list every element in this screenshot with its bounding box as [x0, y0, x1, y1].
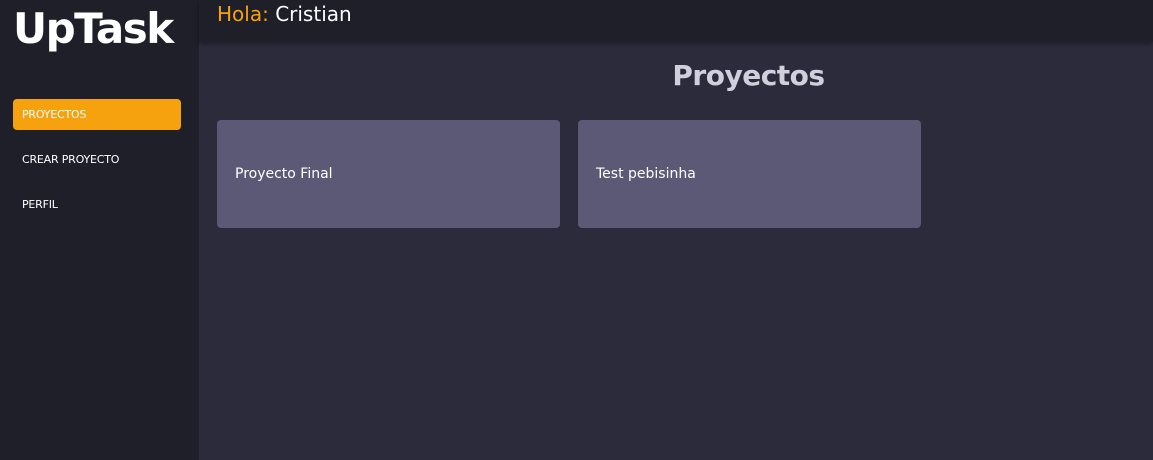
app-logo: UpTask	[13, 4, 174, 53]
top-bar: Hola: Cristian	[199, 0, 1153, 42]
project-card[interactable]: Proyecto Final	[217, 120, 560, 228]
user-greeting: Hola: Cristian	[217, 1, 352, 27]
user-name: Cristian	[275, 2, 352, 26]
sidebar-item-crear-proyecto[interactable]: CREAR PROYECTO	[13, 144, 181, 175]
sidebar-item-perfil[interactable]: PERFIL	[13, 189, 181, 220]
sidebar-item-label: PROYECTOS	[22, 108, 87, 121]
project-name: Test pebisinha	[596, 166, 696, 182]
sidebar: UpTask PROYECTOS CREAR PROYECTO PERFIL	[0, 0, 199, 460]
sidebar-item-label: CREAR PROYECTO	[22, 153, 120, 166]
sidebar-item-label: PERFIL	[22, 198, 58, 211]
sidebar-item-proyectos[interactable]: PROYECTOS	[13, 99, 181, 130]
greeting-prefix: Hola:	[217, 2, 269, 26]
project-card[interactable]: Test pebisinha	[578, 120, 921, 228]
app-root: UpTask PROYECTOS CREAR PROYECTO PERFIL H…	[0, 0, 1153, 460]
page-title: Proyectos	[672, 59, 825, 92]
project-name: Proyecto Final	[235, 166, 333, 182]
